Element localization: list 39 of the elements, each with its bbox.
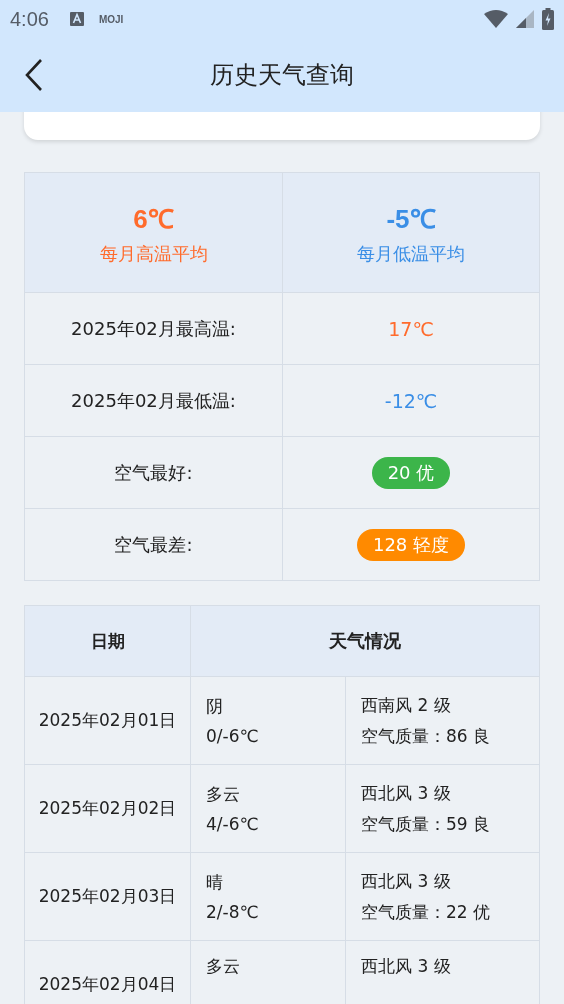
weather-text: 多云 (206, 783, 240, 806)
table-cell-text: 空气最好: (113, 460, 194, 485)
temperature-text: 4/-6℃ (206, 814, 259, 834)
column-header: 日期 (89, 629, 126, 653)
air-quality-text: 空气质量：86 良 (361, 724, 491, 748)
app-label: MOJI (98, 13, 124, 25)
status-time: 4:06 (10, 7, 49, 31)
wind-text: 西北风 3 级 (361, 781, 451, 805)
table-cell-text: 2025年02月最低温: (70, 388, 237, 413)
table-cell: 17℃ (282, 293, 539, 364)
column-header: 天气情况 (190, 606, 539, 676)
signal-icon (516, 10, 534, 28)
table-cell-text: 2025年02月最高温: (70, 316, 237, 341)
average-label: 每月低温平均 (357, 241, 465, 266)
temperature-text: 0/-6℃ (206, 726, 259, 746)
table-cell-text: 2025年02月02日 (37, 797, 178, 820)
wifi-icon (484, 9, 508, 29)
table-cell: -12℃ (282, 365, 539, 436)
air-quality-text: 空气质量：22 优 (361, 900, 491, 924)
table-cell-text: 2025年02月01日 (37, 709, 178, 732)
weather-text: 阴 (206, 695, 223, 718)
air-quality-badge: 20 优 (371, 456, 451, 489)
air-quality-badge: 128 轻度 (356, 528, 466, 561)
table-cell-text: 空气最差: (113, 532, 194, 557)
average-value: 6℃ (133, 202, 174, 236)
average-label: 每月高温平均 (99, 241, 208, 266)
air-quality-text: 空气质量：59 良 (361, 812, 491, 836)
wind-text: 西北风 3 级 (361, 955, 451, 978)
temperature-text: 2/-8℃ (206, 902, 259, 922)
table-cell-text: 2025年02月03日 (37, 885, 178, 908)
battery-icon (542, 8, 554, 30)
app-icon (68, 11, 85, 27)
weather-text: 多云 (206, 955, 240, 978)
average-value: -5℃ (386, 202, 436, 236)
wind-text: 西北风 3 级 (361, 869, 451, 893)
page-title: 历史天气查询 (210, 60, 354, 91)
weather-text: 晴 (206, 871, 223, 894)
wind-text: 西南风 2 级 (361, 693, 451, 717)
table-cell-text: 2025年02月04日 (37, 973, 178, 996)
